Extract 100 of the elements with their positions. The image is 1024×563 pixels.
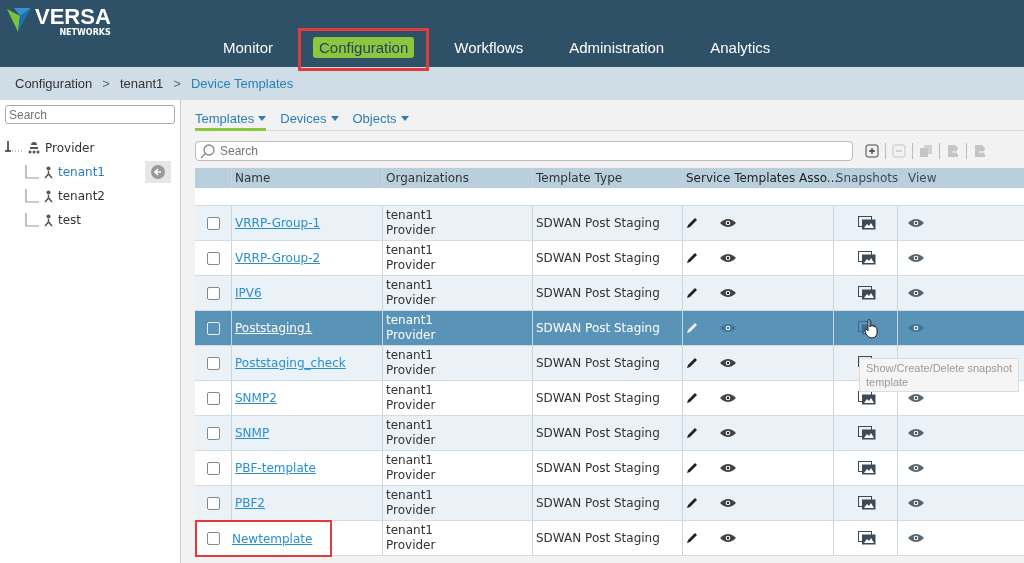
template-link[interactable]: VRRP-Group-1 <box>235 216 321 230</box>
snapshot-icon[interactable] <box>858 496 876 510</box>
template-link[interactable]: SNMP2 <box>235 391 277 405</box>
view-icon[interactable] <box>720 253 736 263</box>
template-link[interactable]: PBF2 <box>235 496 265 510</box>
edit-icon[interactable] <box>686 532 698 544</box>
table-cell: tenant1 <box>386 313 433 328</box>
search-field[interactable]: Search <box>5 105 175 124</box>
table-cell: SDWAN Post Staging <box>536 426 660 440</box>
search-field[interactable]: Search <box>195 141 853 161</box>
tenant-icon <box>43 165 54 179</box>
snapshot-icon[interactable] <box>858 251 876 265</box>
template-link[interactable]: VRRP-Group-2 <box>235 251 321 265</box>
search-icon <box>200 144 215 159</box>
table-cell: tenant1 <box>386 348 433 363</box>
edit-icon[interactable] <box>686 392 698 404</box>
table-cell: tenant1 <box>386 488 433 503</box>
edit-icon[interactable] <box>686 357 698 369</box>
view-icon[interactable] <box>908 533 924 543</box>
breadcrumb-separator: > <box>102 76 110 91</box>
menu-tab[interactable]: Devices <box>280 108 339 131</box>
logo-subtitle: NETWORKS <box>59 28 111 37</box>
template-link[interactable]: Poststaging1 <box>235 321 313 335</box>
back-arrow-icon <box>151 165 165 179</box>
row-checkbox[interactable] <box>206 461 220 475</box>
row-checkbox[interactable] <box>206 356 220 370</box>
tree-item[interactable]: tenant1 <box>58 165 105 179</box>
view-icon[interactable] <box>720 533 736 543</box>
table-cell: tenant1 <box>386 418 433 433</box>
row-checkbox[interactable] <box>206 251 220 265</box>
selected-row[interactable]: Poststaging1 tenant1 Provider SDWAN Post Staging <box>195 311 1024 346</box>
nav-tab[interactable]: Workflows <box>448 36 530 58</box>
edit-icon[interactable] <box>686 497 698 509</box>
snapshot-icon[interactable] <box>858 391 876 405</box>
view-icon[interactable] <box>908 463 924 473</box>
row-checkbox[interactable] <box>206 286 220 300</box>
view-icon[interactable] <box>908 288 924 298</box>
edit-icon[interactable] <box>686 252 698 264</box>
template-link[interactable]: SNMP <box>235 426 270 440</box>
tree-item[interactable]: tenant2 <box>58 189 105 203</box>
edit-icon[interactable] <box>686 462 698 474</box>
table-cell: Provider <box>386 258 436 273</box>
breadcrumb-link[interactable]: Configuration <box>15 76 93 91</box>
view-icon[interactable] <box>908 428 924 438</box>
row-checkbox[interactable] <box>206 391 220 405</box>
view-icon[interactable] <box>908 253 924 263</box>
breadcrumb-link[interactable]: Device Templates <box>190 76 294 91</box>
edit-icon[interactable] <box>686 217 698 229</box>
template-link[interactable]: PBF-template <box>235 461 316 475</box>
view-icon[interactable] <box>720 498 736 508</box>
snapshot-icon[interactable] <box>858 531 876 545</box>
snapshot-icon[interactable] <box>858 461 876 475</box>
row-checkbox[interactable] <box>206 496 220 510</box>
nav-tab[interactable]: Administration <box>563 36 671 58</box>
nav-tab[interactable]: Configuration <box>313 36 415 58</box>
menu-tab[interactable]: Objects <box>352 108 409 131</box>
view-icon[interactable] <box>720 428 736 438</box>
snapshot-icon[interactable] <box>858 216 876 230</box>
row-checkbox[interactable] <box>207 532 220 545</box>
tenant-icon <box>43 213 54 227</box>
table-cell: SDWAN Post Staging <box>536 496 660 510</box>
breadcrumb-link[interactable]: tenant1 <box>119 76 164 91</box>
tenant-icon <box>43 189 54 203</box>
table-cell: SDWAN Post Staging <box>536 216 660 230</box>
tree-item[interactable]: test <box>58 213 82 227</box>
table-cell: Provider <box>386 503 436 518</box>
tree-connector-icon <box>25 189 39 203</box>
view-icon[interactable] <box>908 393 924 403</box>
view-icon[interactable] <box>908 498 924 508</box>
template-link[interactable]: Poststaging_check <box>235 356 346 370</box>
tree-connector-icon <box>25 213 39 227</box>
table-cell: tenant1 <box>386 208 433 223</box>
template-link[interactable]: Newtemplate <box>232 531 313 546</box>
edit-icon[interactable] <box>686 287 698 299</box>
row-checkbox[interactable] <box>206 216 220 230</box>
view-icon[interactable] <box>720 288 736 298</box>
view-icon[interactable] <box>908 218 924 228</box>
add-icon[interactable] <box>865 144 879 158</box>
table-cell: tenant1 <box>386 523 433 538</box>
view-icon[interactable] <box>720 393 736 403</box>
column-header[interactable]: View <box>898 168 1024 188</box>
view-icon[interactable] <box>720 218 736 228</box>
table-cell: SDWAN Post Staging <box>536 286 660 300</box>
row-checkbox[interactable] <box>206 426 220 440</box>
snapshot-icon[interactable] <box>858 286 876 300</box>
template-link[interactable]: IPV6 <box>235 286 262 300</box>
tree-item[interactable]: Provider <box>45 141 95 155</box>
nav-tab[interactable]: Analytics <box>704 36 777 58</box>
logo-name: VERSA <box>35 6 111 28</box>
table-cell: SDWAN Post Staging <box>536 391 660 405</box>
table-cell: Provider <box>386 328 436 343</box>
view-icon[interactable] <box>720 358 736 368</box>
table-cell: SDWAN Post Staging <box>536 251 660 265</box>
nav-tab[interactable]: Monitor <box>217 36 280 58</box>
table-cell: tenant1 <box>386 278 433 293</box>
tooltip-text: template <box>866 376 910 388</box>
edit-icon[interactable] <box>686 427 698 439</box>
view-icon[interactable] <box>720 463 736 473</box>
snapshot-icon[interactable] <box>858 426 876 440</box>
menu-tab[interactable]: Templates <box>195 108 267 131</box>
